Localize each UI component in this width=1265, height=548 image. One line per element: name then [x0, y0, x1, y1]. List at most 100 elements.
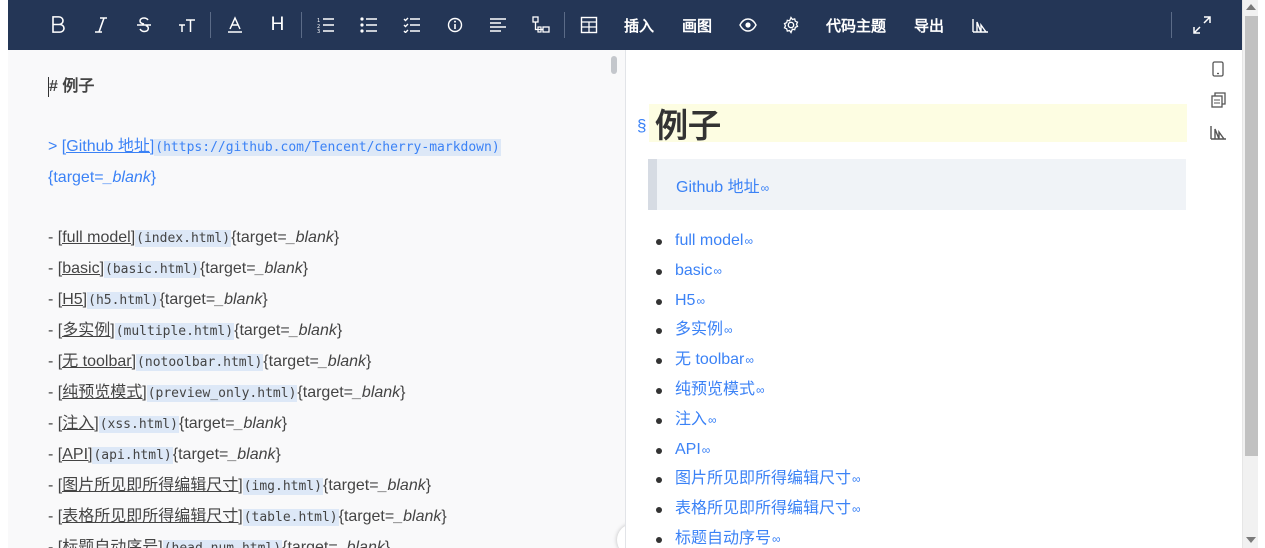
attr-close: } — [281, 415, 288, 432]
list-prefix: - — [48, 384, 58, 401]
preview-list-item[interactable]: 注入∞ — [656, 405, 861, 435]
attr-close: } — [384, 539, 391, 548]
font-color-icon[interactable] — [213, 0, 256, 50]
editor-content[interactable]: # 例子 > [Github 地址](https://github.com/Te… — [48, 72, 608, 548]
attr-value: _blank — [234, 415, 282, 432]
attr-value: _blank — [318, 353, 367, 370]
list-prefix: - — [48, 353, 58, 370]
preview-list-item[interactable]: 多实例∞ — [656, 315, 861, 345]
editor-list: - [full model](index.html){target=_blank… — [48, 223, 608, 548]
ordered-list-icon[interactable]: 123 — [304, 0, 347, 50]
scroll-down-arrow-icon[interactable] — [1246, 537, 1256, 543]
attr-open: {target= — [178, 415, 235, 432]
preview-list-link: 标题自动序号 — [675, 529, 772, 547]
attr-value: _blank — [103, 169, 151, 186]
preview-list-item[interactable]: 标题自动序号∞ — [656, 524, 861, 548]
link-icon: ∞ — [852, 502, 861, 517]
attr-open: {target= — [199, 260, 256, 277]
attr-open: {target= — [231, 229, 287, 246]
preview-list-link: basic — [675, 261, 713, 279]
preview-toggle-icon[interactable] — [726, 0, 769, 50]
attr-close: } — [333, 229, 340, 246]
preview-list-item[interactable]: H5∞ — [656, 286, 861, 316]
preview-list-item[interactable]: basic∞ — [656, 256, 861, 286]
link-icon: ∞ — [713, 263, 722, 278]
align-icon[interactable] — [476, 0, 519, 50]
page-scrollbar[interactable] — [1242, 0, 1258, 548]
attr-close: } — [336, 322, 343, 339]
bold-icon[interactable] — [36, 0, 79, 50]
fullscreen-icon[interactable] — [1186, 0, 1218, 50]
unordered-list-icon[interactable] — [347, 0, 390, 50]
preview-list-item[interactable]: full model∞ — [656, 226, 861, 256]
editor-list-line: - [纯预览模式](preview_only.html){target=_bla… — [48, 378, 608, 409]
toolbar-separator — [301, 12, 302, 38]
preview-list-item[interactable]: 纯预览模式∞ — [656, 375, 861, 405]
info-icon[interactable] — [433, 0, 476, 50]
preview-list-link: 纯预览模式 — [675, 380, 756, 398]
toc-icon[interactable] — [958, 0, 1001, 50]
mobile-preview-icon[interactable] — [1209, 60, 1227, 78]
editor-scrollbar-thumb[interactable] — [611, 56, 617, 74]
preview-list-link: 多实例 — [675, 321, 724, 339]
code-theme-button[interactable]: 代码主题 — [812, 0, 900, 50]
svg-text:3: 3 — [317, 29, 320, 33]
list-link-url: (index.html) — [135, 230, 232, 247]
checklist-icon[interactable] — [390, 0, 433, 50]
page-scrollbar-thumb[interactable] — [1245, 16, 1258, 456]
list-prefix: - — [48, 291, 58, 308]
list-link-url: (notoolbar.html) — [136, 354, 264, 371]
preview-list-link: 表格所见即所得编辑尺寸 — [675, 500, 852, 518]
attr-close: } — [425, 477, 432, 494]
draw-button[interactable]: 画图 — [668, 0, 726, 50]
attr-open: {target= — [234, 322, 290, 339]
editor-list-line: - [API](api.html){target=_blank} — [48, 440, 608, 471]
list-link-url: (preview_only.html) — [146, 385, 298, 402]
list-link-text: [纯预览模式] — [57, 384, 147, 401]
scroll-up-arrow-icon[interactable] — [1246, 4, 1256, 10]
list-link-url: (xss.html) — [98, 416, 179, 433]
editor-list-line: - [full model](index.html){target=_blank… — [48, 223, 608, 254]
list-link-url: (h5.html) — [87, 292, 160, 309]
quote-link-text: [Github 地址] — [61, 138, 155, 155]
attr-open: {target= — [172, 446, 229, 463]
preview-panel: § 例子 Github 地址∞ full model∞ basic∞ H5∞ 多实例∞… — [627, 50, 1196, 548]
export-button[interactable]: 导出 — [900, 0, 958, 50]
preview-list-link: 注入 — [675, 410, 708, 428]
editor-quote-line: > [Github 地址](https://github.com/Tencent… — [48, 132, 608, 163]
preview-blockquote: Github 地址∞ — [648, 159, 1186, 210]
github-link[interactable]: Github 地址∞ — [676, 173, 769, 197]
italic-icon[interactable] — [79, 0, 122, 50]
list-prefix: - — [48, 477, 58, 494]
list-link-url: (img.html) — [242, 478, 323, 495]
editor-list-line: - [标题自动序号](head_num.html){target=_blank} — [48, 533, 608, 548]
list-prefix: - — [48, 229, 58, 246]
toc-side-icon[interactable] — [1209, 123, 1227, 141]
preview-list-link: 图片所见即所得编辑尺寸 — [675, 470, 852, 488]
attr-close: } — [400, 384, 406, 401]
strikethrough-icon[interactable] — [122, 0, 165, 50]
settings-gear-icon[interactable] — [769, 0, 812, 50]
preview-list-item[interactable]: 无 toolbar∞ — [656, 345, 861, 375]
heading-anchor-icon[interactable]: § — [637, 116, 646, 136]
preview-list-link: H5 — [675, 291, 696, 309]
scroll-down-icon[interactable]: ▼ — [617, 524, 625, 548]
link-icon: ∞ — [772, 531, 781, 546]
toolbar-separator — [564, 12, 565, 38]
link-icon: ∞ — [701, 442, 711, 457]
markdown-editor[interactable]: # 例子 > [Github 地址](https://github.com/Te… — [8, 50, 626, 548]
editor-quote-block: > [Github 地址](https://github.com/Tencent… — [48, 132, 608, 193]
preview-list-item[interactable]: API∞ — [656, 435, 861, 465]
insert-button[interactable]: 插入 — [610, 0, 668, 50]
preview-list-item[interactable]: 表格所见即所得编辑尺寸∞ — [656, 494, 861, 524]
table-icon[interactable] — [567, 0, 610, 50]
header-letter: H — [270, 14, 285, 35]
preview-list-item[interactable]: 图片所见即所得编辑尺寸∞ — [656, 464, 861, 494]
graph-icon[interactable] — [519, 0, 562, 50]
list-prefix: - — [48, 260, 58, 277]
preview-list: full model∞ basic∞ H5∞ 多实例∞ 无 toolbar∞ 纯预览模式∞… — [656, 226, 861, 548]
copy-icon[interactable] — [1209, 91, 1227, 109]
header-icon[interactable]: H — [256, 0, 299, 50]
font-size-icon[interactable] — [165, 0, 208, 50]
